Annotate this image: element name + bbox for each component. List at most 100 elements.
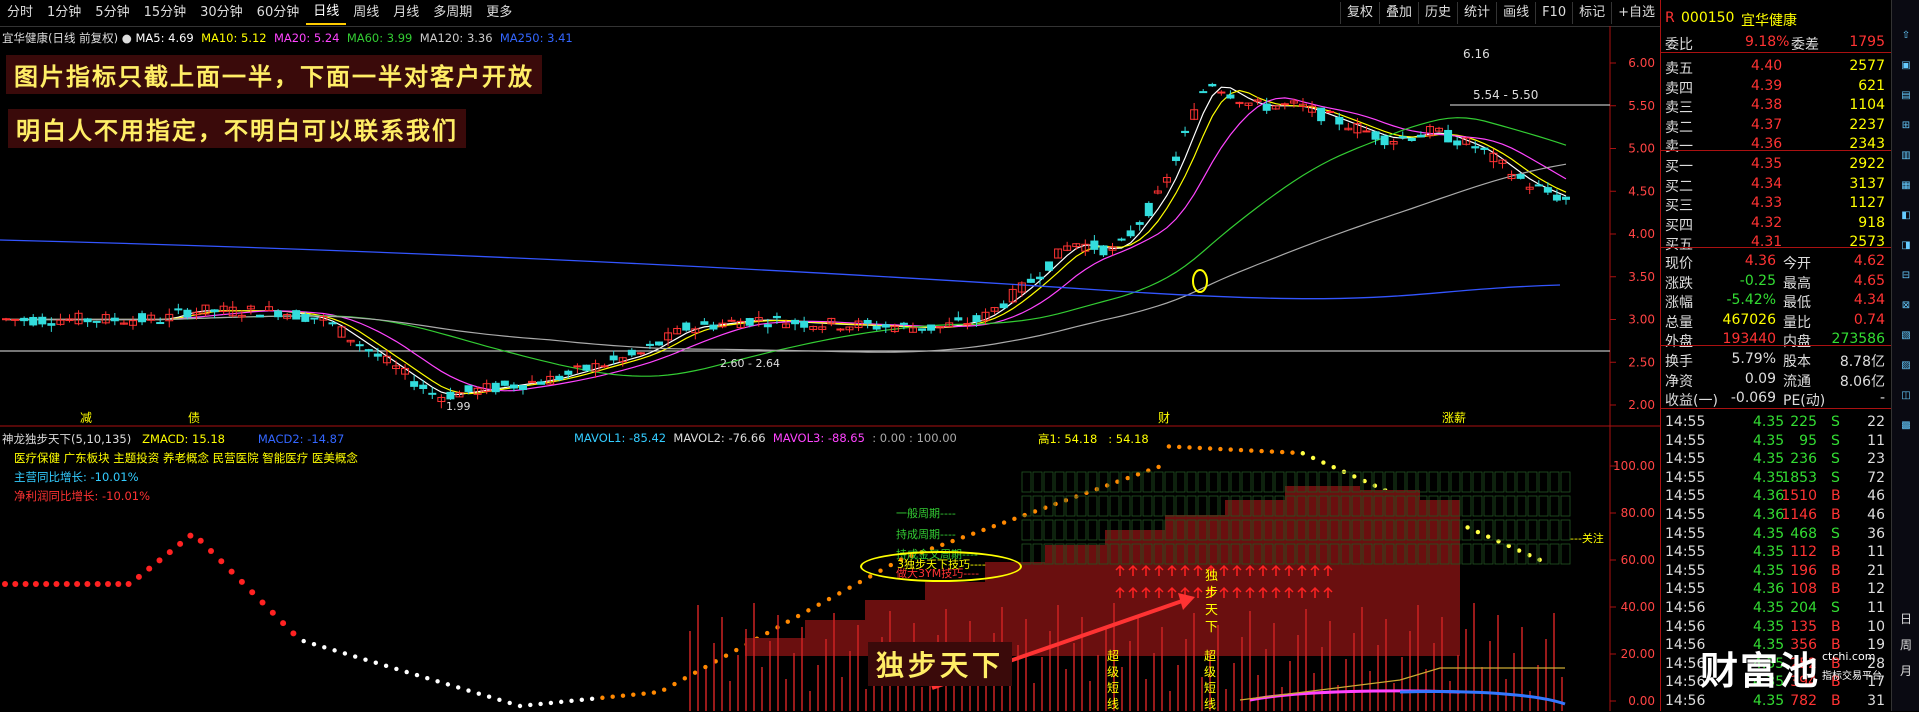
side-tool-icon[interactable]: ▦ xyxy=(1896,180,1916,198)
grid-box xyxy=(1516,495,1527,517)
candle-body xyxy=(364,349,373,352)
kline-canvas[interactable]: 6.00 5.50 5.00 4.50 4.00 3.50 3.00 2.50 2.00 100… xyxy=(0,0,1660,711)
grid-box xyxy=(1505,495,1516,517)
side-tool-icon[interactable]: ◨ xyxy=(1896,240,1916,258)
indicator-dot xyxy=(197,537,204,544)
attention-label: ---关注 xyxy=(1570,532,1604,545)
tick-volume: 1510 xyxy=(1781,488,1817,505)
candle-body xyxy=(156,322,165,325)
tick-row: 14:55 4.36 108 B 12 xyxy=(1661,579,1891,599)
candle-body xyxy=(428,392,437,395)
candle-body xyxy=(29,316,38,326)
grid-box xyxy=(1120,471,1131,493)
tick-side: B xyxy=(1831,581,1841,598)
grid-box xyxy=(1241,471,1252,493)
event-marker[interactable]: 债 xyxy=(188,409,200,426)
price-tick-label: 4.50 xyxy=(1628,184,1655,198)
indicator-dot xyxy=(115,581,122,587)
candle-body xyxy=(1090,240,1099,250)
period-side-button[interactable]: 周 xyxy=(1896,636,1916,654)
indicator-dot xyxy=(94,581,101,587)
indicator-dot xyxy=(1310,455,1316,461)
candle-body xyxy=(1226,94,1235,99)
side-tool-icon[interactable]: ⊞ xyxy=(1896,120,1916,138)
cycle-label: 一般周期---- xyxy=(896,507,956,520)
candle-body xyxy=(464,385,473,392)
indicator-dot xyxy=(1465,525,1470,530)
grid-box xyxy=(1549,495,1560,517)
indicator-dot xyxy=(662,687,667,692)
grid-box xyxy=(1032,543,1043,565)
grid-box xyxy=(1538,471,1549,493)
grid-box xyxy=(1076,495,1087,517)
indicator-dot xyxy=(795,613,801,619)
side-tool-icon[interactable]: ⊠ xyxy=(1896,300,1916,318)
side-tool-icon[interactable]: ◧ xyxy=(1896,210,1916,228)
quote-panel: R 000150 宜华健康 委比 9.18% 委差 1795 卖五 4.40 2577 卖四 4.39… xyxy=(1660,0,1891,711)
extra-label: : 0.00 : 100.00 xyxy=(872,431,957,445)
tick-price: 4.35 xyxy=(1753,693,1785,709)
event-marker[interactable]: 涨薪 xyxy=(1442,409,1466,426)
side-tool-icon[interactable]: ▣ xyxy=(1896,60,1916,78)
side-tool-icon[interactable]: ◫ xyxy=(1896,390,1916,408)
indicator-dot xyxy=(1537,557,1542,563)
tick-count: 22 xyxy=(1867,414,1885,430)
indicator-dot xyxy=(43,581,50,587)
grid-box xyxy=(1032,519,1043,541)
step-block xyxy=(1285,486,1360,656)
tick-row: 14:56 4.35 204 S 11 xyxy=(1661,598,1891,618)
candle-body xyxy=(419,384,428,390)
grid-box xyxy=(1417,471,1428,493)
stat2-value: 0.09 xyxy=(1744,370,1776,387)
stat-row: 外盘 193440 内盘 273586 xyxy=(1661,329,1891,350)
tick-volume: 112 xyxy=(1790,544,1817,561)
candle-body xyxy=(1026,278,1035,283)
high1-legend: 高1: 54.18 : 54.18 xyxy=(1038,431,1149,447)
grid-box xyxy=(1516,543,1527,565)
side-tool-icon[interactable]: ▧ xyxy=(1896,330,1916,348)
side-tool-icon[interactable]: ▩ xyxy=(1896,420,1916,438)
candle-body xyxy=(1407,137,1416,142)
event-marker[interactable]: 减 xyxy=(80,409,92,426)
indicator-dot xyxy=(1166,444,1172,449)
indicator-dot xyxy=(1135,472,1141,477)
candle-body xyxy=(1045,261,1054,271)
candle-body xyxy=(274,310,283,318)
side-tool-icon[interactable]: ▤ xyxy=(1896,90,1916,108)
side-tool-icon[interactable]: ⇧ xyxy=(1896,30,1916,48)
dubutianxia-banner: 独步天下 xyxy=(868,642,1013,686)
indicator-dot xyxy=(373,660,378,665)
indicator-dot xyxy=(135,573,142,580)
mavol2-label: MAVOL2: -76.66 xyxy=(673,431,766,445)
tick-side: B xyxy=(1831,693,1841,709)
candle-body xyxy=(1471,146,1480,149)
indicator-dot xyxy=(363,657,368,662)
grid-box xyxy=(1461,519,1472,541)
indicator-dot xyxy=(1228,447,1233,452)
event-marker[interactable]: 财 xyxy=(1158,409,1170,426)
tick-row: 14:55 4.35 1853 S 72 xyxy=(1661,468,1891,488)
candle-body xyxy=(918,328,927,331)
sell-level: 卖一 4.36 2343 xyxy=(1661,134,1891,155)
indicator-dot xyxy=(1372,483,1378,488)
tick-row: 14:55 4.35 236 S 23 xyxy=(1661,449,1891,469)
tick-volume: 468 xyxy=(1790,525,1817,542)
indicator-dot xyxy=(74,581,81,587)
candle-body xyxy=(1480,147,1489,150)
side-tool-icon[interactable]: ▥ xyxy=(1896,150,1916,168)
period-side-button[interactable]: 月 xyxy=(1896,662,1916,680)
candle-body xyxy=(1380,135,1389,146)
indicator-dot xyxy=(960,535,966,540)
side-tool-icon[interactable]: ⊟ xyxy=(1896,270,1916,288)
candle-body xyxy=(2,318,10,321)
side-tool-icon[interactable]: ▨ xyxy=(1896,360,1916,378)
period-side-button[interactable]: 日 xyxy=(1896,610,1916,628)
grid-box xyxy=(1054,519,1065,541)
grid-box xyxy=(1065,471,1076,493)
price-tick-label: 3.00 xyxy=(1628,313,1655,327)
indicator-dot xyxy=(837,591,842,596)
high1b-label: : 54.18 xyxy=(1108,432,1149,446)
indicator-dot xyxy=(466,688,471,693)
indicator-name[interactable]: 神龙独步天下(5,10,135) xyxy=(2,432,131,446)
ind-tick-label: 100.00 xyxy=(1613,459,1655,473)
